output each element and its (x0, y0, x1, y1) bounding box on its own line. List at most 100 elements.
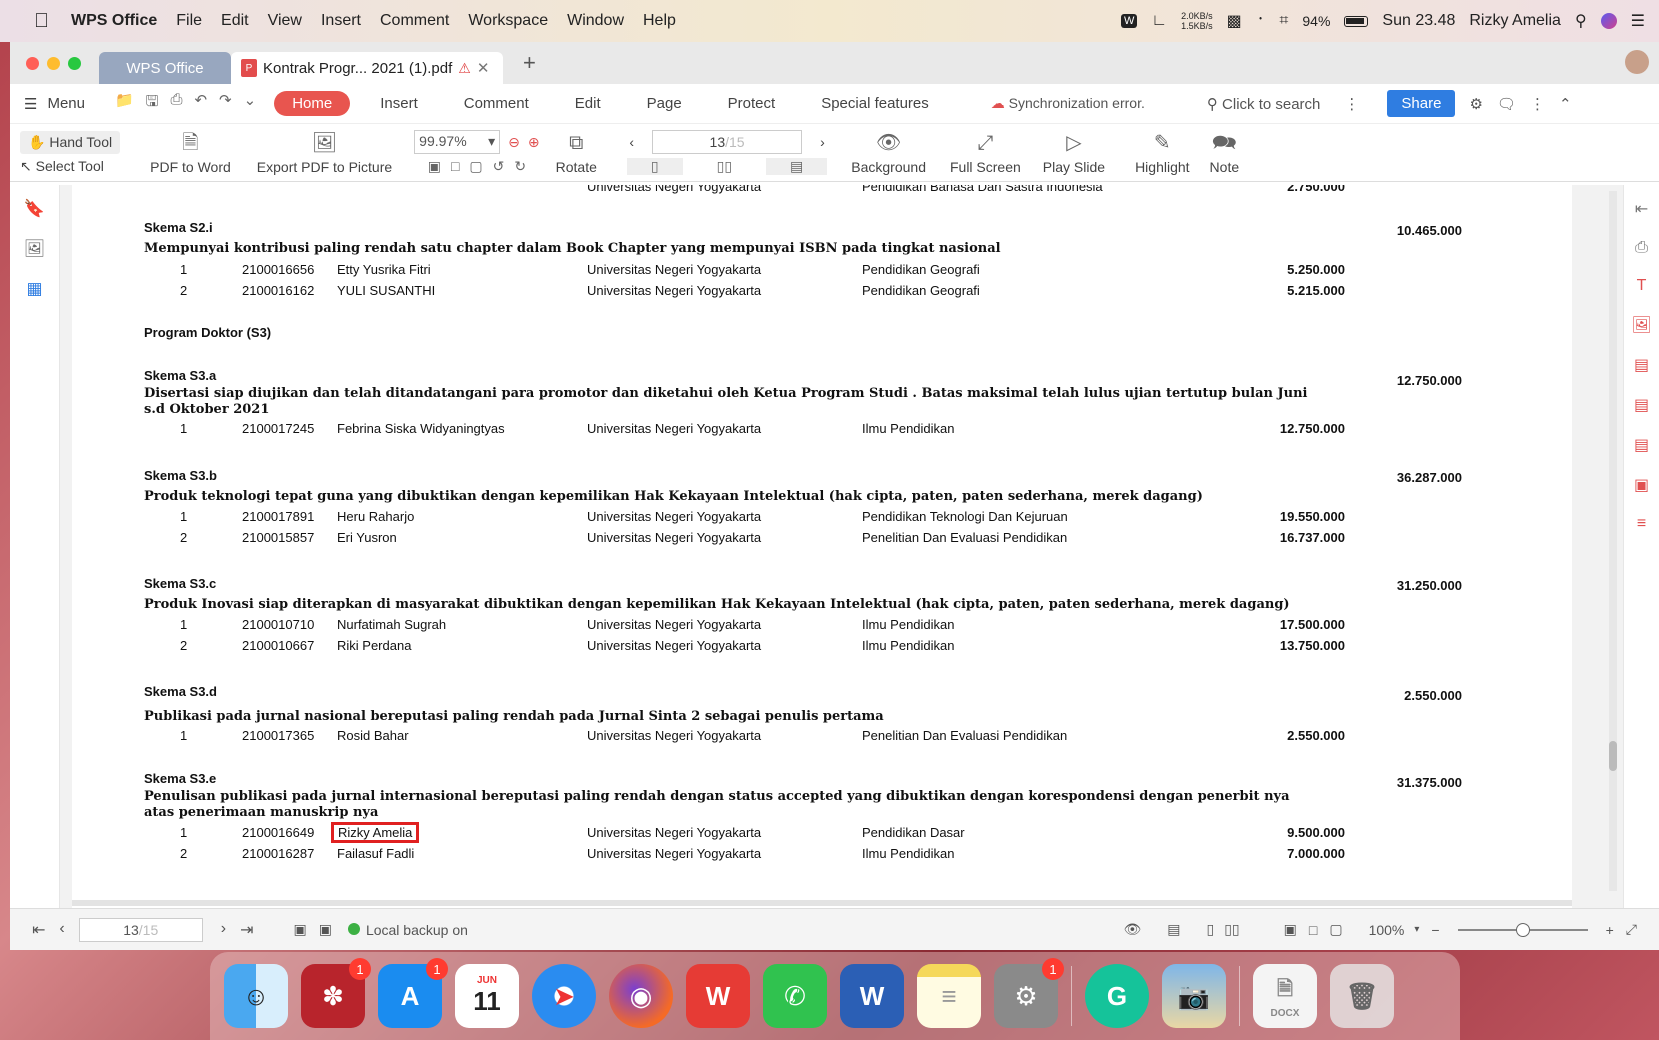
share-button[interactable]: Share (1387, 90, 1456, 117)
gear-icon[interactable]: ⚙ (1469, 95, 1482, 113)
zoom-dropdown-icon[interactable]: ▾ (1414, 924, 1419, 935)
convert-ppt-icon[interactable]: ▤ (1634, 435, 1649, 455)
zoom-out-icon[interactable]: − (1431, 922, 1439, 938)
note-button[interactable]: 🗪 Note (1210, 131, 1240, 175)
feedback-icon[interactable]: 🗨 (1497, 95, 1516, 113)
pdf-to-word-button[interactable]: 🗎 PDF to Word (150, 131, 231, 175)
calendar-icon[interactable]: JUN 11 (455, 964, 519, 1028)
two-page-icon[interactable]: ▯▯ (717, 158, 732, 175)
vertical-scrollbar[interactable] (1609, 191, 1617, 891)
export-picture-button[interactable]: 🖼 Export PDF to Picture (257, 131, 392, 175)
strikethrough-icon[interactable]: ≡ (1637, 515, 1646, 533)
image-icon[interactable]: 🖼 (1631, 315, 1651, 335)
tab-protect[interactable]: Protect (728, 95, 776, 112)
print-icon[interactable]: ⎙ (170, 91, 182, 116)
menu-help[interactable]: Help (643, 12, 676, 30)
avatar[interactable] (1625, 50, 1649, 74)
control-center-icon[interactable]: ☰ (1631, 11, 1645, 31)
zoom-select[interactable]: 99.97% ▾ (414, 130, 501, 154)
highlighted-name-box[interactable]: Rizky Amelia (331, 822, 420, 843)
word-icon[interactable]: W (840, 964, 904, 1028)
bookmark-icon[interactable]: 🔖 (24, 199, 45, 219)
hand-tool-button[interactable]: ✋ Hand Tool (20, 130, 121, 154)
notes-icon[interactable]: ≡ (917, 964, 981, 1028)
menu-file[interactable]: File (176, 12, 202, 30)
background-button[interactable]: 👁 Background (851, 131, 926, 175)
rotate-right-icon[interactable]: ↻ (514, 158, 526, 175)
menu-button[interactable]: ☰ Menu (24, 95, 85, 113)
single-page-icon[interactable]: ▯ (1207, 921, 1215, 938)
page-input[interactable]: 13/15 (652, 130, 803, 154)
more-vertical-icon[interactable]: ⋮ (1344, 95, 1359, 113)
tab-edit[interactable]: Edit (575, 95, 601, 112)
tab-wps-office[interactable]: WPS Office (99, 52, 231, 84)
docx-file-icon[interactable]: 🗎 DOCX (1253, 964, 1317, 1028)
tab-special-features[interactable]: Special features (821, 95, 929, 112)
tab-home[interactable]: Home (274, 91, 351, 116)
menubar-clock[interactable]: Sun 23.48 (1382, 12, 1455, 30)
continuous-icon[interactable]: ▤ (766, 158, 828, 175)
minimize-window-button[interactable] (47, 56, 60, 70)
outline-icon[interactable]: ▦ (26, 279, 42, 299)
firefox-icon[interactable]: ◉ (609, 964, 673, 1028)
apple-icon[interactable]:  (34, 10, 49, 33)
tab-document[interactable]: P Kontrak Progr... 2021 (1).pdf ⚠ ✕ (231, 52, 503, 84)
convert-excel-icon[interactable]: ▤ (1634, 395, 1649, 415)
menu-edit[interactable]: Edit (221, 12, 249, 30)
zoom-in-icon[interactable]: + (1606, 922, 1614, 938)
single-page-icon[interactable]: ▯ (626, 158, 683, 175)
horizontal-scrollbar[interactable] (72, 900, 1572, 906)
menu-workspace[interactable]: Workspace (468, 12, 548, 30)
next-view-icon[interactable]: ▣ (319, 921, 332, 938)
sync-status[interactable]: ☁ Synchronization error. (991, 95, 1145, 112)
pdf-tools-icon[interactable]: ▣ (1634, 475, 1649, 495)
continuous-icon[interactable]: ▤ (1167, 921, 1180, 938)
finder-icon[interactable]: ☺ (224, 964, 288, 1028)
open-folder-icon[interactable]: 📁 (115, 91, 134, 116)
preview-icon[interactable]: 📷 (1162, 964, 1226, 1028)
close-tab-icon[interactable]: ✕ (477, 59, 490, 77)
search-box[interactable]: ⚲ Click to search (1207, 95, 1321, 113)
grammarly-icon[interactable]: G (1085, 964, 1149, 1028)
mendeley-icon[interactable]: ✽ 1 (301, 958, 371, 1028)
next-page-icon[interactable]: › (820, 134, 825, 150)
menu-app-name[interactable]: WPS Office (71, 12, 157, 30)
rotate-left-icon[interactable]: ↺ (493, 158, 505, 175)
wps-office-icon[interactable]: W (686, 964, 750, 1028)
save-icon[interactable]: 🖫 (146, 91, 159, 116)
safari-icon[interactable]: ➤ (532, 964, 596, 1028)
fit-width-icon[interactable]: ▢ (469, 158, 482, 175)
trash-icon[interactable]: 🗑 (1330, 964, 1394, 1028)
menu-window[interactable]: Window (567, 12, 624, 30)
prev-view-icon[interactable]: ▣ (293, 921, 306, 938)
battery-icon[interactable] (1344, 15, 1369, 27)
siri-icon[interactable] (1600, 13, 1617, 29)
zoom-window-button[interactable] (68, 56, 81, 70)
tab-page[interactable]: Page (647, 95, 682, 112)
tab-insert[interactable]: Insert (380, 95, 418, 112)
eye-mode-icon[interactable]: 👁 (1123, 921, 1141, 938)
undo-icon[interactable]: ↶ (194, 91, 207, 116)
actual-size-icon[interactable]: ▣ (1284, 921, 1297, 938)
select-tool-button[interactable]: ↖ Select Tool (20, 158, 104, 175)
system-preferences-icon[interactable]: ⚙ 1 (994, 958, 1064, 1028)
fullscreen-icon[interactable]: ⤢ (1626, 921, 1637, 938)
whatsapp-icon[interactable]: ✆ (763, 964, 827, 1028)
wifi-icon[interactable]: ⌗ (1279, 12, 1288, 30)
zoom-level[interactable]: 100% (1369, 922, 1405, 938)
more-icon[interactable]: ⋮ (1530, 95, 1545, 113)
wps-status-icon[interactable]: W (1121, 14, 1138, 28)
zoom-out-icon[interactable]: ⊖ (508, 134, 520, 151)
display-icon[interactable]: ▩ (1227, 11, 1242, 31)
prev-page-icon[interactable]: ‹ (59, 920, 64, 940)
fit-page-icon[interactable]: □ (451, 158, 459, 175)
keyboard-icon[interactable]: ∟ (1151, 12, 1167, 30)
play-slide-button[interactable]: ▷ Play Slide (1043, 131, 1105, 175)
chevron-down-icon[interactable]: ⌄ (244, 91, 257, 116)
text-edit-icon[interactable]: T (1637, 277, 1647, 295)
zoom-slider[interactable] (1457, 922, 1588, 937)
thumbnail-icon[interactable]: 🖼 (24, 239, 46, 259)
menu-comment[interactable]: Comment (380, 12, 449, 30)
bluetooth-icon[interactable]: ᛫ (1256, 12, 1266, 30)
scroll-thumb[interactable] (1609, 741, 1617, 771)
